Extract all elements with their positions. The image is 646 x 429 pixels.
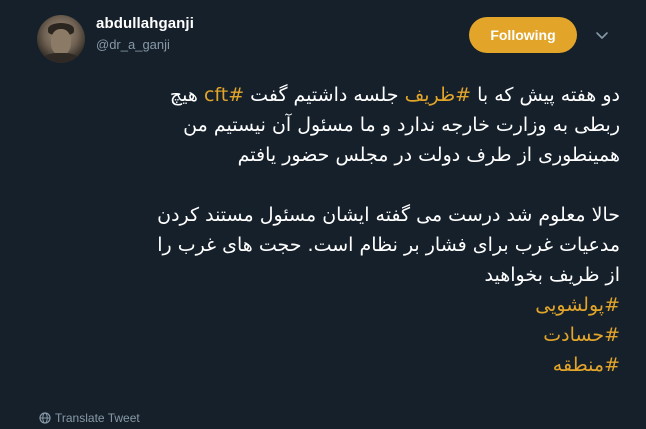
tweet-line: حالا معلوم شد درست می گفته ایشان مسئول م… (157, 204, 620, 226)
tweet-card: abdullahganji @dr_a_ganji Following دو ه… (0, 0, 646, 429)
tweet-line: #حسادت (40, 320, 620, 350)
tweet-line: دو هفته پیش که با #ظریف جلسه داشتیم گفت … (169, 84, 620, 106)
translate-label: Translate Tweet (55, 411, 140, 425)
hashtag-link[interactable]: #منطقه (553, 354, 620, 376)
hashtag-link[interactable]: #ظریف (405, 84, 471, 106)
tweet-body: دو هفته پیش که با #ظریف جلسه داشتیم گفت … (40, 80, 620, 380)
chevron-down-icon[interactable] (594, 27, 610, 43)
tweet-line: ربطی به وزارت خارجه ندارد و ما مسئول آن … (183, 114, 620, 136)
tweet-line: مدعیات غرب برای فشار بر نظام است. حجت ها… (157, 234, 620, 256)
tweet-line: #پولشویی (40, 290, 620, 320)
hashtag-link[interactable]: #cft (204, 84, 244, 106)
tweet-line: همینطوری از طرف دولت در مجلس حضور یافتم (237, 144, 620, 166)
hashtag-link[interactable]: #پولشویی (535, 294, 620, 316)
hashtag-link[interactable]: #حسادت (543, 324, 620, 346)
tweet-line: از ظریف بخواهید (484, 264, 620, 286)
author-handle[interactable]: @dr_a_ganji (96, 37, 170, 52)
author-display-name[interactable]: abdullahganji (96, 15, 194, 32)
avatar[interactable] (37, 15, 85, 63)
translate-tweet-link[interactable]: Translate Tweet (39, 411, 140, 425)
globe-icon (39, 412, 51, 424)
tweet-line: #منطقه (40, 350, 620, 380)
following-button[interactable]: Following (469, 17, 577, 53)
